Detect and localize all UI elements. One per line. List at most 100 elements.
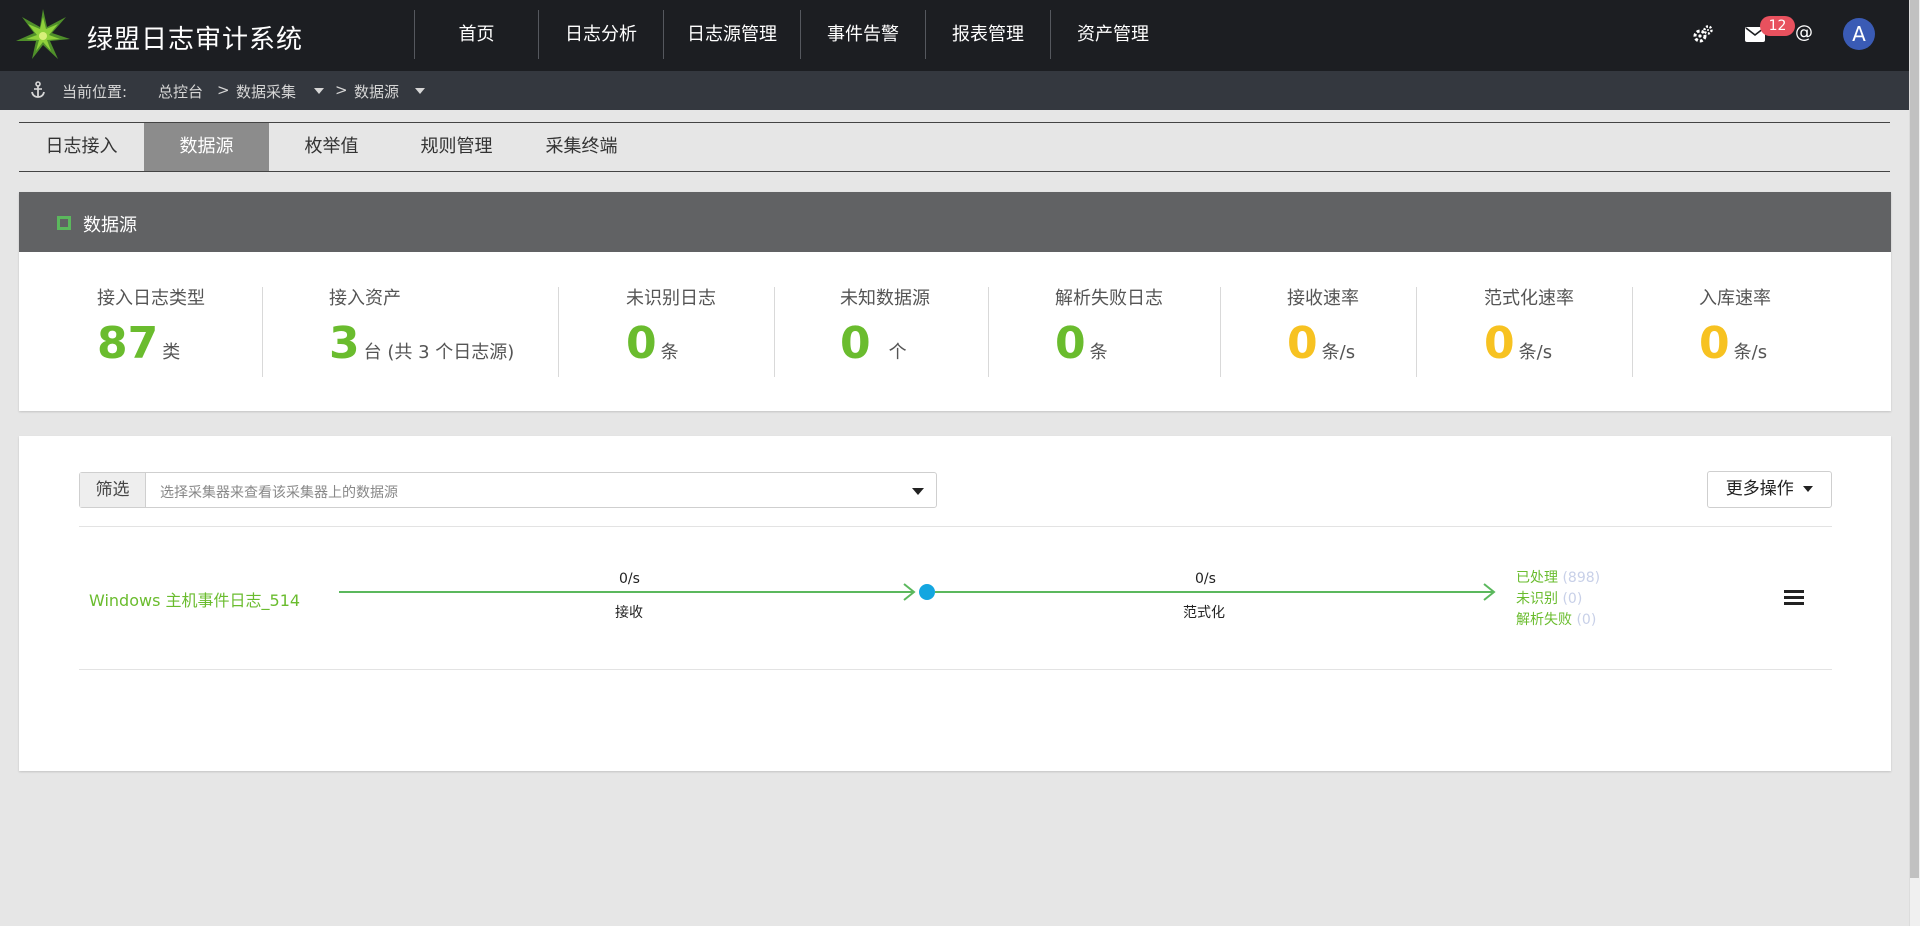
status-count: (898) (1562, 570, 1601, 586)
stat-value: 3 (329, 318, 360, 369)
gears-icon[interactable] (1692, 25, 1714, 45)
chevron-down-icon[interactable] (314, 88, 324, 94)
status-label: 未识别 (1516, 591, 1558, 607)
chevron-down-icon[interactable] (415, 88, 425, 94)
stat-normalize-rate: 范式化速率 0 条/s (1484, 284, 1574, 366)
breadcrumb: 当前位置: 总控台 > 数据采集 > 数据源 (0, 71, 1909, 110)
collector-filter[interactable]: 筛选 选择采集器来查看该采集器上的数据源 (79, 472, 937, 508)
tab-data-source[interactable]: 数据源 (144, 123, 269, 171)
receive-rate: 0/s (619, 571, 640, 587)
data-source-name[interactable]: Windows 主机事件日志_514 (89, 587, 300, 611)
status-label: 已处理 (1516, 570, 1558, 586)
stat-value: 0 (1287, 318, 1318, 369)
stat-label: 接入日志类型 (97, 288, 205, 309)
stats-panel: 数据源 接入日志类型 87 类 接入资产 3台 (共 3 个日志源) 未识别日志 … (19, 192, 1891, 411)
stats-panel-header: 数据源 (19, 192, 1891, 252)
mail-badge: 12 (1760, 16, 1795, 36)
stat-unrecognized-logs: 未识别日志 0条 (626, 284, 716, 366)
stat-value: 0 (626, 318, 657, 369)
status-label: 解析失败 (1516, 612, 1572, 628)
app-title: 绿盟日志审计系统 (87, 25, 304, 55)
nav-item-home[interactable]: 首页 (415, 0, 538, 71)
nav-item-log-analysis[interactable]: 日志分析 (539, 0, 663, 71)
stat-label: 入库速率 (1699, 288, 1771, 309)
filter-label: 筛选 (80, 473, 146, 507)
stat-assets: 接入资产 3台 (共 3 个日志源) (329, 284, 514, 366)
hamburger-menu-icon[interactable] (1784, 590, 1804, 606)
stat-label: 未知数据源 (840, 288, 930, 309)
stat-receive-rate: 接收速率 0 条/s (1287, 284, 1359, 366)
stat-label: 范式化速率 (1484, 288, 1574, 309)
nav-item-asset-management[interactable]: 资产管理 (1051, 0, 1175, 71)
normalize-rate: 0/s (1195, 571, 1216, 587)
node-dot (919, 584, 935, 600)
stat-unit: 条/s (1518, 342, 1553, 363)
tab-enum-values[interactable]: 枚举值 (269, 123, 394, 171)
square-icon (57, 216, 71, 230)
stat-divider (1632, 287, 1633, 377)
stat-unit: 台 (共 3 个日志源) (363, 342, 515, 363)
stat-label: 接入资产 (329, 288, 401, 309)
stat-unit: 条 (660, 342, 679, 363)
stat-value: 0 (1055, 318, 1086, 369)
at-symbol[interactable]: @ (1795, 22, 1813, 43)
divider (79, 669, 1832, 670)
breadcrumb-separator: > (335, 81, 348, 99)
breadcrumb-prefix: 当前位置: (62, 83, 128, 101)
nav-item-log-source-management[interactable]: 日志源管理 (664, 0, 800, 71)
stat-label: 解析失败日志 (1055, 288, 1163, 309)
stat-log-types: 接入日志类型 87 类 (97, 284, 205, 366)
stat-divider (988, 287, 989, 377)
tab-log-access[interactable]: 日志接入 (19, 123, 144, 171)
stat-storage-rate: 入库速率 0 条/s (1699, 284, 1771, 366)
scrollbar-thumb[interactable] (1910, 0, 1919, 878)
stat-unit: 个 (888, 342, 907, 363)
receive-label: 接收 (615, 605, 643, 621)
breadcrumb-item-data-source[interactable]: 数据源 (354, 81, 399, 102)
avatar[interactable]: A (1843, 18, 1875, 50)
stat-value: 0 (1484, 318, 1515, 369)
more-actions-label: 更多操作 (1725, 479, 1794, 499)
stat-value: 87 (97, 318, 159, 369)
stat-label: 未识别日志 (626, 288, 716, 309)
filter-placeholder: 选择采集器来查看该采集器上的数据源 (160, 485, 398, 501)
status-count: (0) (1576, 612, 1597, 628)
stats-panel-title: 数据源 (83, 215, 137, 236)
stat-value: 0 (1699, 318, 1730, 369)
page: 绿盟日志审计系统 首页 日志分析 日志源管理 事件告警 报表管理 资产管理 12… (0, 0, 1909, 926)
stat-divider (1220, 287, 1221, 377)
stat-divider (1416, 287, 1417, 377)
caret-down-icon (1803, 486, 1814, 492)
stat-unit: 条 (1089, 342, 1108, 363)
tab-rule-management[interactable]: 规则管理 (394, 123, 519, 171)
more-actions-button[interactable]: 更多操作 (1707, 471, 1832, 508)
logo-icon (16, 9, 70, 59)
breadcrumb-item-data-collection[interactable]: 数据采集 (236, 81, 296, 102)
pipeline-flow (339, 583, 1496, 601)
nav-item-report-management[interactable]: 报表管理 (926, 0, 1050, 71)
status-unrecognized[interactable]: 未识别 (0) (1516, 588, 1582, 608)
breadcrumb-item-console[interactable]: 总控台 (158, 81, 203, 102)
stat-divider (262, 287, 263, 377)
stat-divider (774, 287, 775, 377)
stat-label: 接收速率 (1287, 288, 1359, 309)
normalize-label: 范式化 (1183, 605, 1225, 621)
tab-collection-terminal[interactable]: 采集终端 (519, 123, 644, 171)
nav-item-event-alerts[interactable]: 事件告警 (801, 0, 925, 71)
tabs-border-bottom (19, 171, 1890, 172)
stat-value: 0 (840, 318, 871, 369)
data-source-panel: 筛选 选择采集器来查看该采集器上的数据源 更多操作 Windows 主机事件日志… (19, 436, 1891, 771)
stat-divider (558, 287, 559, 377)
top-navbar: 绿盟日志审计系统 首页 日志分析 日志源管理 事件告警 报表管理 资产管理 12… (0, 0, 1909, 71)
chevron-down-icon[interactable] (912, 488, 924, 495)
stat-parse-failed: 解析失败日志 0条 (1055, 284, 1163, 366)
anchor-icon (31, 81, 45, 98)
stat-unit: 条/s (1321, 342, 1356, 363)
scrollbar[interactable] (1909, 0, 1920, 926)
divider (79, 526, 1832, 527)
status-processed[interactable]: 已处理 (898) (1516, 567, 1600, 587)
breadcrumb-separator: > (217, 81, 230, 99)
stat-unit: 类 (162, 342, 181, 363)
stat-unit: 条/s (1733, 342, 1768, 363)
status-parse-failed[interactable]: 解析失败 (0) (1516, 609, 1596, 629)
